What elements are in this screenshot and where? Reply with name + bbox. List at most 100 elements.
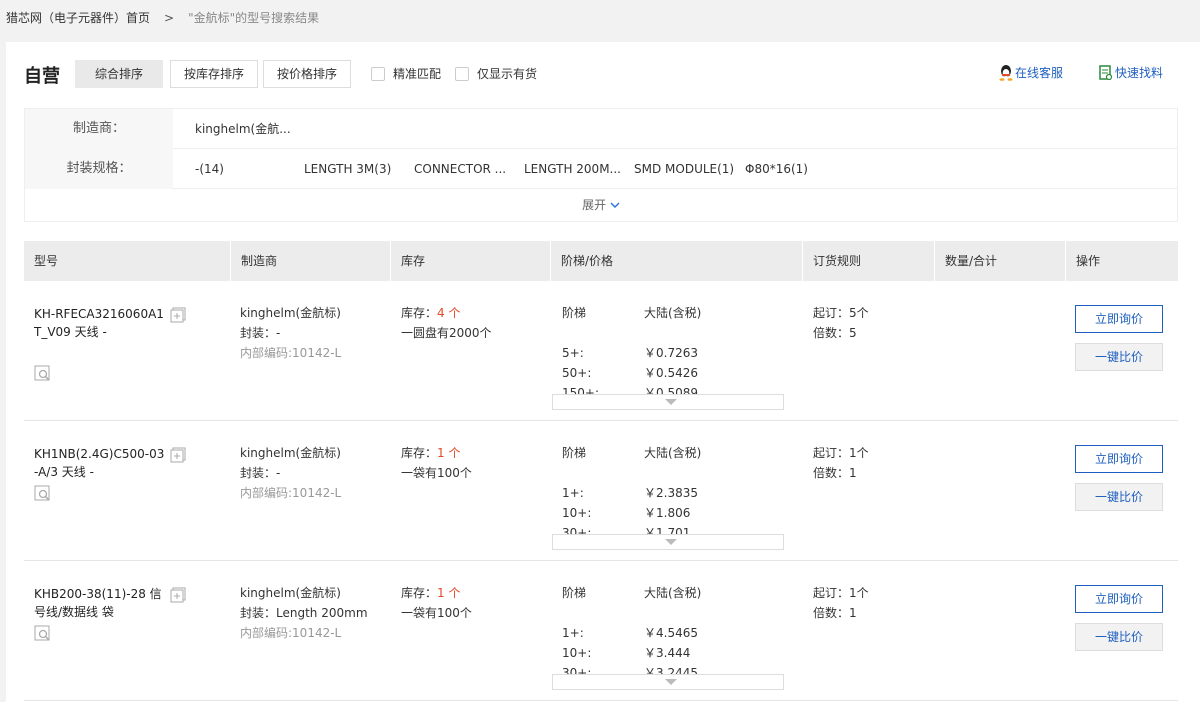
tier-quantity: 10+:	[562, 646, 592, 660]
price-header-label: 大陆(含税)	[644, 586, 702, 600]
quick-find-label: 快速找料	[1115, 66, 1164, 80]
compare-button[interactable]: 一键比价	[1075, 483, 1163, 511]
package-label: 封装：	[240, 606, 277, 620]
online-service-link[interactable]: 在线客服	[999, 64, 1063, 81]
stock-label: 库存：	[401, 586, 438, 600]
datasheet-search-icon[interactable]	[34, 365, 52, 383]
min-order-label: 起订：	[813, 446, 850, 460]
internal-code: 内部编码:10142-L	[240, 626, 342, 640]
order-multiple: 倍数：1	[813, 463, 857, 483]
part-number[interactable]: KH1NB(2.4G)C500-03-A/3 天线 -	[34, 445, 166, 481]
col-part: 型号	[34, 254, 59, 268]
min-order-value: 5个	[849, 306, 869, 320]
min-order-value: 1个	[849, 586, 869, 600]
page-title: 自营	[24, 66, 60, 87]
checkbox-box[interactable]	[455, 67, 469, 81]
min-order-label: 起订：	[813, 306, 850, 320]
stock-label: 库存：	[401, 306, 438, 320]
internal-code: 内部编码:10142-L	[240, 346, 342, 360]
multiple-value: 1	[849, 466, 857, 480]
more-tiers-dropdown[interactable]	[552, 394, 784, 410]
manufacturer-name[interactable]: kinghelm(金航标)	[240, 443, 341, 463]
min-order: 起订：1个	[813, 583, 869, 603]
filter-option-package[interactable]: LENGTH 3M(3)	[304, 149, 391, 189]
sort-stock-button[interactable]: 按库存排序	[170, 60, 258, 88]
quick-find-link[interactable]: 快速找料	[1099, 64, 1163, 81]
exact-match-label: 精准匹配	[393, 67, 442, 81]
more-tiers-dropdown[interactable]	[552, 674, 784, 690]
filter-option-manufacturer[interactable]: kinghelm(金航...	[195, 109, 291, 149]
breadcrumb-current: "金航标"的型号搜索结果	[188, 11, 320, 25]
filter-option-package[interactable]: SMD MODULE(1)	[634, 149, 734, 189]
filter-option-package[interactable]: LENGTH 200M...	[524, 149, 621, 189]
add-compare-icon[interactable]	[170, 447, 186, 463]
tier-quantity: 5+:	[562, 346, 584, 360]
tier-price: ￥0.5426	[644, 366, 698, 380]
package-value: -	[276, 326, 281, 340]
tier-header-label: 阶梯	[562, 446, 587, 460]
manufacturer-name[interactable]: kinghelm(金航标)	[240, 303, 341, 323]
more-tiers-dropdown[interactable]	[552, 534, 784, 550]
document-search-icon	[1099, 65, 1113, 81]
online-service-label: 在线客服	[1015, 66, 1064, 80]
caret-down-icon	[665, 399, 677, 405]
filter-label-package: 封装规格：	[25, 149, 173, 189]
package-value: -	[276, 466, 281, 480]
tier-price: ￥2.3835	[644, 486, 698, 500]
tier-price: ￥1.806	[644, 506, 691, 520]
results-panel: 自营 综合排序 按库存排序 按价格排序 精准匹配 仅显示有货 在线客服 快速找料…	[6, 42, 1200, 702]
expand-label: 展开	[582, 198, 607, 212]
multiple-value: 5	[849, 326, 857, 340]
add-compare-icon[interactable]	[170, 307, 186, 323]
price-header-label: 大陆(含税)	[644, 306, 702, 320]
breadcrumb-home-link[interactable]: 猎芯网（电子元器件）首页	[6, 11, 150, 25]
tier-price: ￥4.5465	[644, 626, 698, 640]
order-multiple: 倍数：5	[813, 323, 857, 343]
expand-filters-toggle[interactable]: 展开	[25, 189, 1177, 221]
filter-option-package[interactable]: -(14)	[195, 149, 224, 189]
filter-row-manufacturer: 制造商： kinghelm(金航...	[25, 109, 1177, 149]
stock-info: 库存：4 个	[401, 303, 460, 323]
compare-button[interactable]: 一键比价	[1075, 343, 1163, 371]
stock-info: 库存：1 个	[401, 583, 460, 603]
checkbox-box[interactable]	[371, 67, 385, 81]
add-compare-icon[interactable]	[170, 587, 186, 603]
part-number[interactable]: KHB200-38(11)-28 信号线/数据线 袋	[34, 585, 166, 621]
stock-count: 1 个	[437, 446, 461, 460]
tier-price: ￥3.444	[644, 646, 691, 660]
manufacturer-name[interactable]: kinghelm(金航标)	[240, 583, 341, 603]
package-label: 封装：	[240, 466, 277, 480]
tier-header-label: 阶梯	[562, 306, 587, 320]
filter-row-package: 封装规格： -(14) LENGTH 3M(3) CONNECTOR ... L…	[25, 149, 1177, 189]
datasheet-search-icon[interactable]	[34, 625, 52, 643]
order-multiple: 倍数：1	[813, 603, 857, 623]
datasheet-search-icon[interactable]	[34, 485, 52, 503]
multiple-label: 倍数：	[813, 466, 850, 480]
internal-code: 内部编码:10142-L	[240, 486, 342, 500]
in-stock-checkbox[interactable]: 仅显示有货	[455, 66, 537, 82]
exact-match-checkbox[interactable]: 精准匹配	[371, 66, 441, 82]
sort-comprehensive-button[interactable]: 综合排序	[75, 60, 163, 88]
price-header-label: 大陆(含税)	[644, 446, 702, 460]
inquiry-button[interactable]: 立即询价	[1075, 305, 1163, 333]
compare-button[interactable]: 一键比价	[1075, 623, 1163, 651]
multiple-value: 1	[849, 606, 857, 620]
tier-header-label: 阶梯	[562, 586, 587, 600]
inquiry-button[interactable]: 立即询价	[1075, 445, 1163, 473]
sort-price-button[interactable]: 按价格排序	[263, 60, 351, 88]
stock-count: 1 个	[437, 586, 461, 600]
qq-penguin-icon	[999, 65, 1013, 81]
filter-option-package[interactable]: Φ80*16(1)	[745, 149, 808, 189]
min-order-value: 1个	[849, 446, 869, 460]
col-tier-price: 阶梯/价格	[550, 241, 802, 281]
inquiry-button[interactable]: 立即询价	[1075, 585, 1163, 613]
pack-info: 一圆盘有2000个	[401, 326, 492, 340]
part-number[interactable]: KH-RFECA3216060A1T_V09 天线 -	[34, 305, 166, 341]
stock-info: 库存：1 个	[401, 443, 460, 463]
tier-quantity: 1+:	[562, 626, 584, 640]
package-value: Length 200mm	[276, 606, 368, 620]
caret-down-icon	[665, 679, 677, 685]
col-order-rules: 订货规则	[802, 241, 934, 281]
filter-option-package[interactable]: CONNECTOR ...	[414, 149, 506, 189]
col-manufacturer: 制造商	[230, 241, 390, 281]
